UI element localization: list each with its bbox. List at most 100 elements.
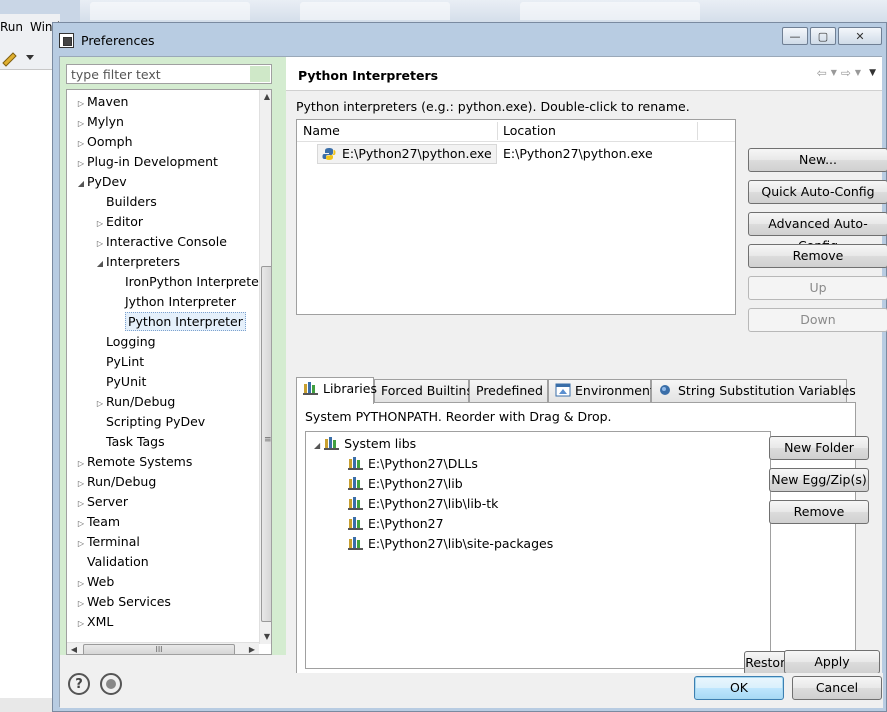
back-menu-icon[interactable]: ▼: [831, 66, 837, 80]
tree-item[interactable]: ◢ Interpreters: [94, 252, 180, 272]
collapsed-arrow-icon[interactable]: ▷: [75, 534, 87, 554]
tree-item[interactable]: Jython Interpreter: [113, 292, 236, 312]
quick-auto-config-button[interactable]: Quick Auto-Config: [748, 180, 887, 204]
interpreters-table[interactable]: Name Location E:\Python27\python.exe E:\…: [296, 119, 736, 315]
tree-item[interactable]: Python Interpreter: [113, 312, 246, 332]
close-button[interactable]: ✕: [838, 27, 882, 45]
collapsed-arrow-icon[interactable]: ▷: [94, 214, 106, 234]
minimize-button[interactable]: —: [782, 27, 808, 45]
tree-item[interactable]: ▷ Run/Debug: [75, 472, 156, 492]
tree-item[interactable]: ▷ Web Services: [75, 592, 171, 612]
tree-item[interactable]: Scripting PyDev: [94, 412, 205, 432]
interpreter-name-cell[interactable]: E:\Python27\python.exe: [317, 144, 497, 164]
tree-item[interactable]: ▷ Interactive Console: [94, 232, 227, 252]
scroll-left-icon[interactable]: ◀: [67, 643, 81, 654]
tab-forced-builtins[interactable]: Forced Builtins: [374, 379, 473, 403]
remove-interpreter-button[interactable]: Remove: [748, 244, 887, 268]
tree-item[interactable]: ▷ Mylyn: [75, 112, 124, 132]
cancel-button[interactable]: Cancel: [792, 676, 882, 700]
collapsed-arrow-icon[interactable]: ▷: [94, 394, 106, 414]
column-separator[interactable]: [697, 122, 698, 140]
preferences-tree[interactable]: ▷ Maven ▷ Mylyn ▷ Oomph ▷ Plug-in Development ◢ P…: [66, 89, 272, 655]
collapsed-arrow-icon[interactable]: ▷: [75, 454, 87, 474]
expanded-arrow-icon[interactable]: ◢: [314, 441, 320, 450]
scroll-thumb[interactable]: [261, 266, 271, 622]
dialog-titlebar[interactable]: Preferences — ▢ ✕: [53, 23, 886, 57]
remove-library-button[interactable]: Remove: [769, 500, 869, 524]
tree-item[interactable]: ◢ PyDev: [75, 172, 127, 192]
forward-arrow-icon[interactable]: ⇨: [841, 66, 851, 80]
scroll-up-icon[interactable]: ▲: [260, 90, 271, 104]
hscroll-thumb[interactable]: III: [83, 644, 235, 654]
new-interpreter-button[interactable]: New...: [748, 148, 887, 172]
tree-item[interactable]: ▷ Server: [75, 492, 128, 512]
tree-item[interactable]: ▷ Editor: [94, 212, 143, 232]
system-libs-root[interactable]: ◢ System libs: [314, 434, 416, 454]
tree-item[interactable]: Validation: [75, 552, 149, 572]
column-separator[interactable]: [497, 122, 498, 140]
library-path-item[interactable]: E:\Python27\lib\lib-tk: [348, 494, 498, 514]
back-arrow-icon[interactable]: ⇦: [817, 66, 827, 80]
tree-item[interactable]: ▷ Web: [75, 572, 114, 592]
library-path-item[interactable]: E:\Python27\lib: [348, 474, 463, 494]
system-libs-tree[interactable]: ◢ System libs E:\Python27\DLLs E:\Python2…: [305, 431, 771, 669]
tree-item[interactable]: ▷ Plug-in Development: [75, 152, 218, 172]
tree-item[interactable]: ▷ Oomph: [75, 132, 133, 152]
collapsed-arrow-icon[interactable]: ▷: [75, 134, 87, 154]
collapsed-arrow-icon[interactable]: ▷: [75, 114, 87, 134]
view-menu-icon[interactable]: ▼: [869, 66, 876, 80]
tree-horizontal-scrollbar[interactable]: ◀ III ▶: [67, 642, 259, 654]
tree-item[interactable]: PyUnit: [94, 372, 146, 392]
library-path-item[interactable]: E:\Python27\lib\site-packages: [348, 534, 553, 554]
forward-menu-icon[interactable]: ▼: [855, 66, 861, 80]
collapsed-arrow-icon[interactable]: ▷: [75, 154, 87, 174]
tree-item[interactable]: ▷ XML: [75, 612, 113, 632]
collapsed-arrow-icon[interactable]: ▷: [75, 514, 87, 534]
tree-item[interactable]: PyLint: [94, 352, 144, 372]
ok-button[interactable]: OK: [694, 676, 784, 700]
tree-vertical-scrollbar[interactable]: ▲ ▼: [259, 90, 271, 644]
scroll-down-icon[interactable]: ▼: [260, 630, 271, 644]
library-path-item[interactable]: E:\Python27: [348, 514, 444, 534]
maximize-button[interactable]: ▢: [810, 27, 836, 45]
tree-item[interactable]: Builders: [94, 192, 157, 212]
tree-item[interactable]: ▷ Run/Debug: [94, 392, 175, 412]
expanded-arrow-icon[interactable]: ◢: [75, 174, 87, 194]
help-icon[interactable]: ?: [68, 673, 90, 695]
tree-item[interactable]: ▷ Remote Systems: [75, 452, 192, 472]
collapsed-arrow-icon[interactable]: ▷: [75, 94, 87, 114]
collapsed-arrow-icon[interactable]: ▷: [75, 574, 87, 594]
tab-predefined[interactable]: Predefined: [469, 379, 548, 403]
collapsed-arrow-icon[interactable]: ▷: [75, 474, 87, 494]
pencil-icon[interactable]: [0, 46, 40, 68]
collapsed-arrow-icon[interactable]: ▷: [75, 494, 87, 514]
column-header-name[interactable]: Name: [303, 123, 340, 138]
collapsed-arrow-icon[interactable]: ▷: [75, 614, 87, 634]
move-up-button[interactable]: Up: [748, 276, 887, 300]
tab-string-substitution[interactable]: String Substitution Variables: [651, 379, 856, 403]
tree-item[interactable]: Task Tags: [94, 432, 165, 452]
table-row[interactable]: E:\Python27\python.exe E:\Python27\pytho…: [297, 144, 735, 164]
tab-libraries[interactable]: Libraries: [296, 377, 377, 404]
record-icon[interactable]: [100, 673, 122, 695]
apply-button[interactable]: Apply: [784, 650, 880, 674]
collapsed-arrow-icon[interactable]: ▷: [75, 594, 87, 614]
tab-environment[interactable]: Environment: [548, 379, 655, 403]
column-header-location[interactable]: Location: [503, 123, 556, 138]
tree-item[interactable]: ▷ Terminal: [75, 532, 140, 552]
clear-filter-icon[interactable]: [250, 66, 270, 82]
filter-input[interactable]: [66, 64, 272, 84]
tree-item[interactable]: Logging: [94, 332, 156, 352]
background-menu-run[interactable]: Run: [0, 20, 23, 34]
tree-item[interactable]: IronPython Interpreter: [113, 272, 264, 292]
expanded-arrow-icon[interactable]: ◢: [94, 254, 106, 274]
new-folder-button[interactable]: New Folder: [769, 436, 869, 460]
library-path-item[interactable]: E:\Python27\DLLs: [348, 454, 478, 474]
scroll-right-icon[interactable]: ▶: [245, 643, 259, 654]
collapsed-arrow-icon[interactable]: ▷: [94, 234, 106, 254]
tree-item[interactable]: ▷ Team: [75, 512, 120, 532]
move-down-button[interactable]: Down: [748, 308, 887, 332]
tree-item[interactable]: ▷ Maven: [75, 92, 129, 114]
new-egg-zip-button[interactable]: New Egg/Zip(s): [769, 468, 869, 492]
advanced-auto-config-button[interactable]: Advanced Auto-Config: [748, 212, 887, 253]
